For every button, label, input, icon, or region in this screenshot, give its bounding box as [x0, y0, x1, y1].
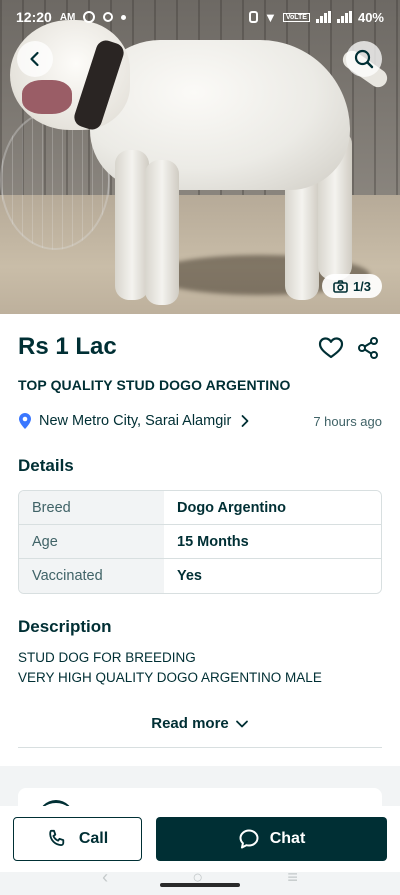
- volte-badge: VoLTE: [282, 12, 310, 22]
- camera-icon: [333, 279, 348, 293]
- description-line: STUD DOG FOR BREEDING: [18, 650, 196, 665]
- details-table: Breed Dogo Argentino Age 15 Months Vacci…: [18, 490, 382, 594]
- signal-2-icon: [336, 11, 352, 23]
- status-time: 12:20: [16, 9, 52, 25]
- heart-icon: [318, 337, 344, 359]
- details-row: Age 15 Months: [19, 525, 381, 559]
- wifi-icon: ▼: [263, 9, 277, 25]
- nav-back-icon[interactable]: ‹: [102, 867, 108, 888]
- location-row[interactable]: New Metro City, Sarai Alamgir 7 hours ag…: [18, 412, 382, 430]
- phone-icon: [49, 829, 65, 846]
- nav-recents-icon[interactable]: ≡: [287, 867, 298, 888]
- details-heading: Details: [18, 456, 74, 475]
- back-button[interactable]: [17, 41, 53, 77]
- favorite-button[interactable]: [318, 336, 344, 365]
- more-notifications-icon: [121, 14, 127, 20]
- signal-icon: [315, 11, 331, 23]
- call-button[interactable]: Call: [13, 817, 142, 861]
- read-more-button[interactable]: Read more: [0, 715, 400, 732]
- chat-bubble-icon: [239, 829, 259, 849]
- details-value: Dogo Argentino: [164, 491, 381, 524]
- details-key: Breed: [19, 491, 164, 524]
- call-label: Call: [78, 830, 109, 847]
- chevron-down-icon: [235, 720, 248, 727]
- status-bar-left: 12:20 AM: [16, 9, 127, 25]
- listing-price: Rs 1 Lac: [18, 333, 117, 360]
- share-icon: [358, 337, 378, 359]
- details-row: Vaccinated Yes: [19, 559, 381, 593]
- search-button[interactable]: [346, 41, 382, 77]
- listing-photo[interactable]: [0, 0, 400, 314]
- photo-dog-leg: [145, 160, 179, 305]
- vibrate-icon: [248, 11, 258, 23]
- chevron-left-icon: [30, 51, 39, 67]
- location-text: New Metro City, Sarai Alamgir: [39, 413, 232, 429]
- location-pin-icon: [19, 413, 31, 429]
- description-line: VERY HIGH QUALITY DOGO ARGENTINO MALE: [18, 670, 322, 685]
- read-more-label: Read more: [151, 715, 229, 732]
- photo-counter-text: 1/3: [352, 278, 372, 294]
- home-indicator: [160, 883, 240, 887]
- details-key: Age: [19, 525, 164, 558]
- details-value: 15 Months: [164, 525, 381, 558]
- chat-label: Chat: [269, 830, 306, 847]
- system-nav-bar: ‹ ○ ≡: [0, 860, 400, 895]
- section-divider: [18, 747, 382, 748]
- battery-level: 40%: [357, 9, 384, 25]
- posted-time: 7 hours ago: [313, 413, 382, 429]
- chevron-right-icon: [241, 415, 249, 427]
- chat-button[interactable]: Chat: [156, 817, 387, 861]
- status-am: AM: [59, 11, 76, 23]
- photo-counter[interactable]: 1/3: [322, 274, 382, 298]
- search-icon: [354, 49, 374, 69]
- description-heading: Description: [18, 617, 112, 636]
- photo-dog-tongue: [22, 80, 72, 114]
- description-text: STUD DOG FOR BREEDING VERY HIGH QUALITY …: [18, 648, 322, 688]
- details-key: Vaccinated: [19, 559, 164, 593]
- notification-icon: [83, 11, 96, 23]
- status-bar: 12:20 AM ▼ VoLTE 40%: [0, 0, 400, 34]
- details-row: Breed Dogo Argentino: [19, 491, 381, 525]
- photo-dog-leg: [115, 150, 149, 300]
- status-bar-right: ▼ VoLTE 40%: [248, 9, 384, 25]
- sync-icon: [103, 12, 114, 22]
- details-value: Yes: [164, 559, 381, 593]
- listing-title: TOP QUALITY STUD DOGO ARGENTINO: [18, 377, 291, 393]
- share-button[interactable]: [356, 336, 380, 365]
